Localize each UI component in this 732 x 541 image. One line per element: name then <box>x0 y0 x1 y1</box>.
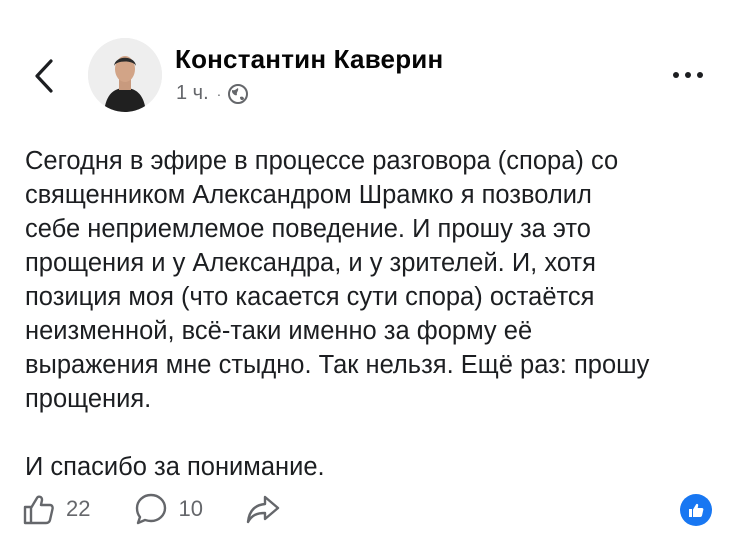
meta-separator: · <box>216 85 222 102</box>
like-button[interactable]: 22 <box>22 492 90 526</box>
like-reaction-badge-icon[interactable] <box>680 494 712 526</box>
post-body: Сегодня в эфире в процессе разговора (сп… <box>25 144 715 484</box>
post-paragraph: Сегодня в эфире в процессе разговора (сп… <box>25 147 650 413</box>
share-button[interactable] <box>245 492 281 526</box>
more-options-button[interactable] <box>666 62 710 88</box>
post-paragraph: И спасибо за понимание. <box>25 453 325 481</box>
comment-count: 10 <box>178 496 203 521</box>
comment-button[interactable]: 10 <box>134 492 203 526</box>
comment-bubble-icon <box>136 493 167 525</box>
globe-icon[interactable] <box>227 83 249 105</box>
post-meta: 1 ч. · <box>176 82 249 105</box>
ellipsis-dot <box>697 72 703 78</box>
share-arrow-icon <box>246 495 280 524</box>
post-time[interactable]: 1 ч. <box>176 82 209 105</box>
thumbs-up-icon <box>689 503 704 517</box>
ellipsis-icon <box>673 72 679 78</box>
chevron-left-icon <box>35 59 53 93</box>
like-count: 22 <box>66 496 91 521</box>
back-button[interactable] <box>24 52 64 100</box>
author-name[interactable]: Константин Каверин <box>175 44 443 75</box>
post-actions: 22 10 <box>22 486 281 532</box>
thumbs-up-icon <box>23 495 54 525</box>
avatar-photo <box>88 38 162 112</box>
avatar[interactable] <box>88 38 162 112</box>
ellipsis-dot <box>685 72 691 78</box>
